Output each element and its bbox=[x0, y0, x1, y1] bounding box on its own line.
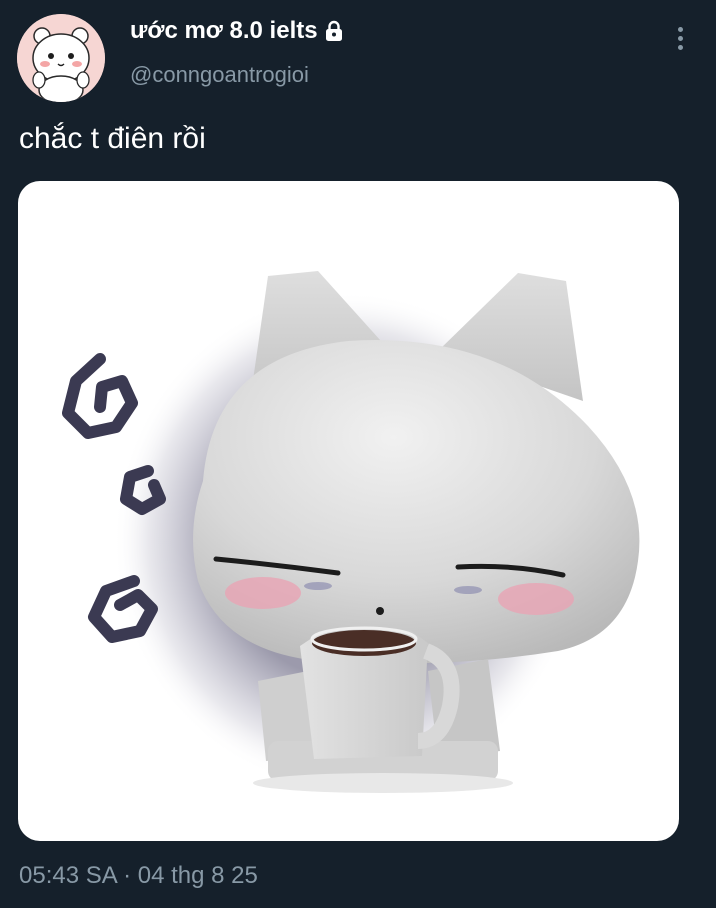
avatar[interactable] bbox=[17, 14, 105, 102]
display-name[interactable]: ước mơ 8.0 ielts bbox=[130, 17, 345, 45]
tweet-time: 05:43 SA bbox=[19, 862, 117, 889]
more-vertical-icon bbox=[677, 26, 683, 32]
more-options-button[interactable] bbox=[664, 20, 696, 56]
user-handle[interactable]: @conngoantrogioi bbox=[130, 62, 309, 88]
display-name-text: ước mơ 8.0 ielts bbox=[130, 17, 318, 44]
avatar-chiikawa-icon bbox=[17, 14, 105, 102]
more-vertical-icon bbox=[677, 44, 683, 50]
tweet-timestamp[interactable]: 05:43 SA · 04 thg 8 25 bbox=[19, 862, 258, 890]
tweet-text: chắc t điên rồi bbox=[19, 122, 206, 155]
lock-icon bbox=[323, 20, 345, 42]
tweet-media-image[interactable] bbox=[18, 181, 679, 841]
tweet-date: 04 thg 8 25 bbox=[137, 862, 258, 889]
timestamp-separator: · bbox=[123, 862, 132, 889]
more-vertical-icon bbox=[677, 35, 683, 41]
cat-sticker-image bbox=[62, 271, 640, 793]
